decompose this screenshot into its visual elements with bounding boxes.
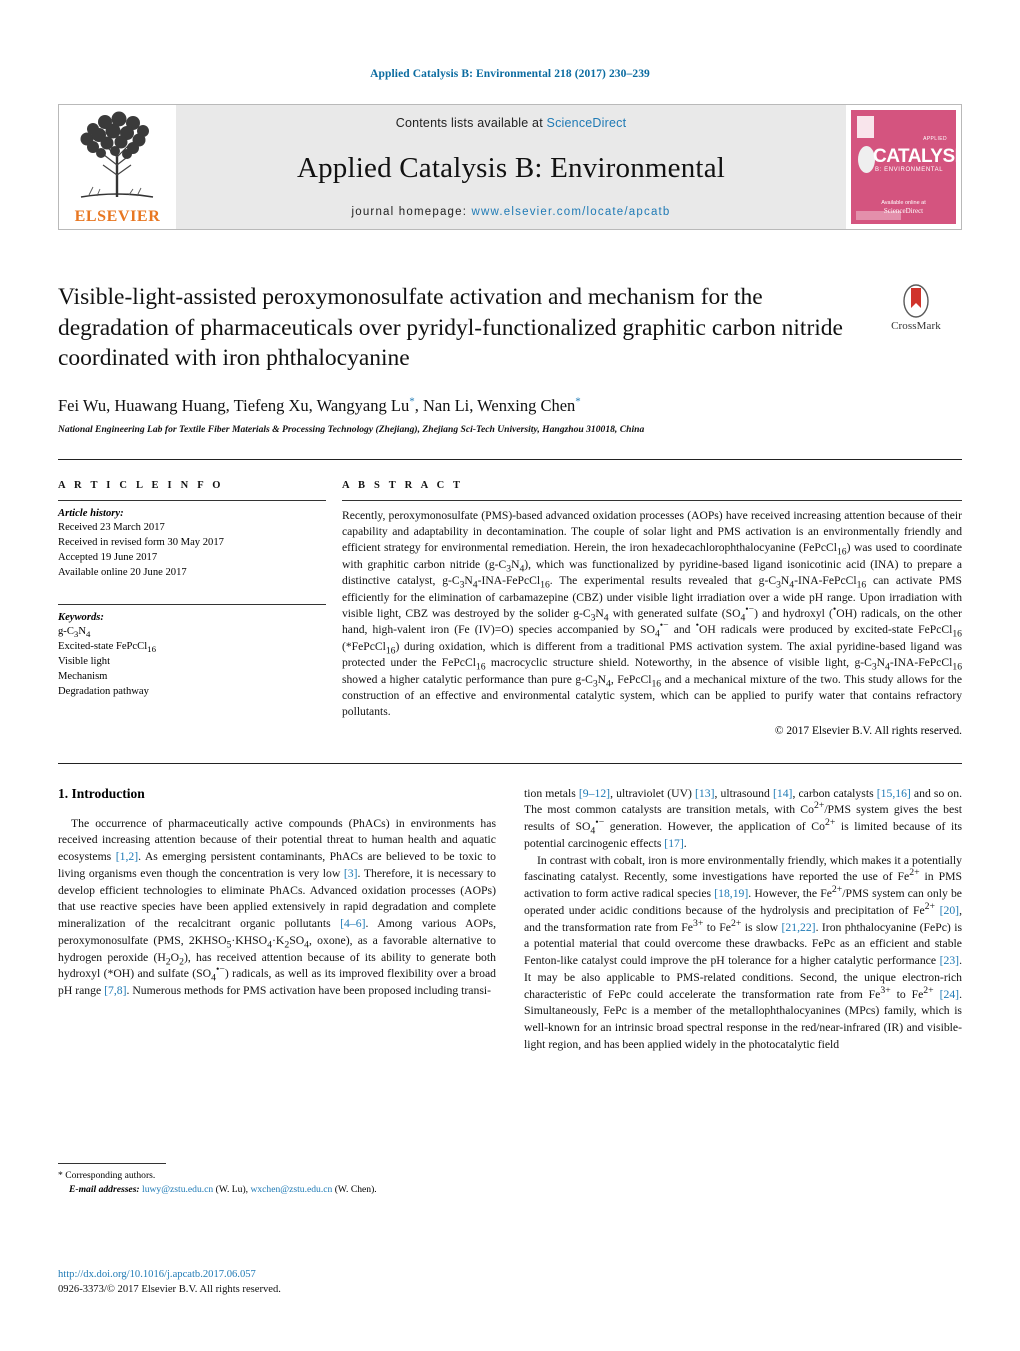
citation-link[interactable]: [1,2]: [116, 850, 138, 863]
email-addresses-label: E-mail addresses:: [69, 1183, 140, 1195]
authors-main: Fei Wu, Huawang Huang, Tiefeng Xu, Wangy…: [58, 395, 410, 415]
journal-banner: Contents lists available at ScienceDirec…: [176, 104, 846, 230]
homepage-label: journal homepage:: [351, 206, 472, 218]
keywords-label: Keywords:: [58, 611, 104, 623]
history-accepted: Accepted 19 June 2017: [58, 551, 158, 563]
contents-prefix: Contents lists available at: [395, 116, 547, 130]
abstract-column: A B S T R A C T Recently, peroxymonosulf…: [342, 480, 962, 737]
cover-elsevier-mark-icon: [857, 116, 874, 138]
email-link-2[interactable]: wxchen@zstu.edu.cn: [250, 1184, 332, 1195]
body-columns: 1. Introduction The occurrence of pharma…: [58, 786, 962, 1054]
abstract-divider: [58, 762, 962, 764]
crossmark-badge[interactable]: CrossMark: [870, 284, 962, 332]
journal-title: Applied Catalysis B: Environmental: [296, 151, 726, 184]
footnote-corresponding-text: Corresponding authors.: [65, 1170, 156, 1181]
abstract-copyright: © 2017 Elsevier B.V. All rights reserved…: [774, 724, 962, 737]
homepage-url-link[interactable]: www.elsevier.com/locate/apcatb: [472, 206, 671, 218]
section-heading-introduction: 1. Introduction: [58, 785, 145, 801]
citation-link[interactable]: [18,19]: [714, 887, 748, 900]
keyword-item: Visible light: [58, 655, 111, 667]
article-info-heading: A R T I C L E I N F O: [58, 479, 224, 491]
history-revised: Received in revised form 30 May 2017: [58, 536, 224, 548]
info-abstract-section: A R T I C L E I N F O Article history: R…: [58, 480, 962, 737]
history-online: Available online 20 June 2017: [58, 566, 187, 578]
crossmark-glyph-icon: [903, 284, 929, 318]
citation-link[interactable]: [7,8]: [104, 984, 126, 997]
corresponding-author-footnote: * Corresponding authors. E-mail addresse…: [58, 1163, 490, 1197]
body-column-right: tion metals [9–12], ultraviolet (UV) [13…: [524, 786, 962, 1054]
footnote-corresponding: * Corresponding authors.: [58, 1169, 490, 1183]
email-link-1[interactable]: luwy@zstu.edu.cn: [142, 1184, 213, 1195]
crossmark-icon: [903, 284, 929, 318]
citation-link[interactable]: [24]: [940, 988, 959, 1001]
cover-bottom-note: Available online at: [881, 200, 926, 206]
footnote-emails: E-mail addresses: luwy@zstu.edu.cn (W. L…: [58, 1183, 490, 1197]
author-list: Fei Wu, Huawang Huang, Tiefeng Xu, Wangy…: [58, 396, 962, 416]
cover-artwork: APPLIED CATALYSIS B: ENVIRONMENTAL Avail…: [851, 110, 956, 224]
email-owner-1: (W. Lu),: [215, 1183, 249, 1195]
citation-link[interactable]: [20]: [940, 904, 959, 917]
paragraph: tion metals [9–12], ultraviolet (UV) [13…: [524, 786, 963, 850]
running-head: Applied Catalysis B: Environmental 218 (…: [370, 68, 650, 80]
keywords-block: Keywords: g-C3N4 Excited-state FePcCl16 …: [58, 603, 326, 699]
authors-tail: , Nan Li, Wenxing Chen: [414, 395, 576, 415]
affiliation: National Engineering Lab for Textile Fib…: [58, 423, 645, 435]
keywords-rule: [58, 603, 326, 605]
abstract-heading: A B S T R A C T: [342, 479, 464, 491]
elsevier-tree-icon: [77, 111, 157, 198]
doi-link[interactable]: http://dx.doi.org/10.1016/j.apcatb.2017.…: [58, 1268, 281, 1283]
corresponding-marker-2: *: [575, 395, 581, 408]
journal-cover-thumbnail: APPLIED CATALYSIS B: ENVIRONMENTAL Avail…: [846, 104, 962, 230]
cover-applied-label: APPLIED: [923, 136, 947, 142]
keyword-item: Mechanism: [58, 670, 108, 682]
issn-copyright-line: 0926-3373/© 2017 Elsevier B.V. All right…: [58, 1283, 281, 1295]
contents-lists-line: Contents lists available at ScienceDirec…: [396, 116, 627, 130]
header-divider: [58, 458, 962, 460]
cover-sub-word: B: ENVIRONMENTAL: [875, 167, 944, 173]
body-column-left: 1. Introduction The occurrence of pharma…: [58, 786, 496, 1054]
citation-link[interactable]: [4–6]: [340, 917, 365, 930]
title-block: Visible-light-assisted peroxymonosulfate…: [58, 282, 962, 374]
abstract-rule: [342, 499, 962, 501]
cover-footer-strip: [856, 211, 901, 220]
keyword-item: Excited-state FePcCl16: [58, 640, 156, 654]
citation-link[interactable]: [23]: [940, 954, 959, 967]
paragraph: In contrast with cobalt, iron is more en…: [524, 853, 962, 1051]
citation-link[interactable]: [17]: [664, 837, 683, 850]
crossmark-label: CrossMark: [891, 320, 941, 332]
citation-link[interactable]: [9–12]: [579, 787, 610, 800]
article-info-column: A R T I C L E I N F O Article history: R…: [58, 480, 326, 737]
journal-homepage-line: journal homepage: www.elsevier.com/locat…: [351, 206, 670, 218]
citation-link[interactable]: [3]: [344, 867, 358, 880]
elsevier-logo: ELSEVIER: [58, 104, 176, 230]
keyword-item: Degradation pathway: [58, 685, 149, 697]
footnote-rule: [58, 1163, 166, 1164]
keyword-item: g-C3N4: [58, 625, 91, 639]
cover-main-word: CATALYSIS: [873, 146, 956, 167]
email-owner-2: (W. Chen).: [334, 1183, 377, 1195]
citation-link[interactable]: [14]: [773, 787, 792, 800]
citation-link[interactable]: [15,16]: [877, 787, 911, 800]
journal-masthead: ELSEVIER Contents lists available at Sci…: [58, 104, 962, 230]
abstract-text: Recently, peroxymonosulfate (PMS)-based …: [342, 508, 963, 719]
article-info-rule: [58, 499, 326, 501]
elsevier-wordmark: ELSEVIER: [74, 208, 161, 225]
citation-link[interactable]: [21,22]: [781, 921, 815, 934]
citation-link[interactable]: [13]: [695, 787, 714, 800]
article-history-label: Article history:: [58, 507, 124, 519]
paper-page: Applied Catalysis B: Environmental 218 (…: [0, 0, 1020, 1351]
sciencedirect-link[interactable]: ScienceDirect: [547, 116, 627, 130]
paragraph: The occurrence of pharmaceutically activ…: [58, 816, 496, 998]
page-footer: http://dx.doi.org/10.1016/j.apcatb.2017.…: [58, 1268, 281, 1298]
history-received: Received 23 March 2017: [58, 521, 165, 533]
page-title: Visible-light-assisted peroxymonosulfate…: [58, 284, 843, 372]
footnote-asterisk: *: [58, 1170, 63, 1181]
